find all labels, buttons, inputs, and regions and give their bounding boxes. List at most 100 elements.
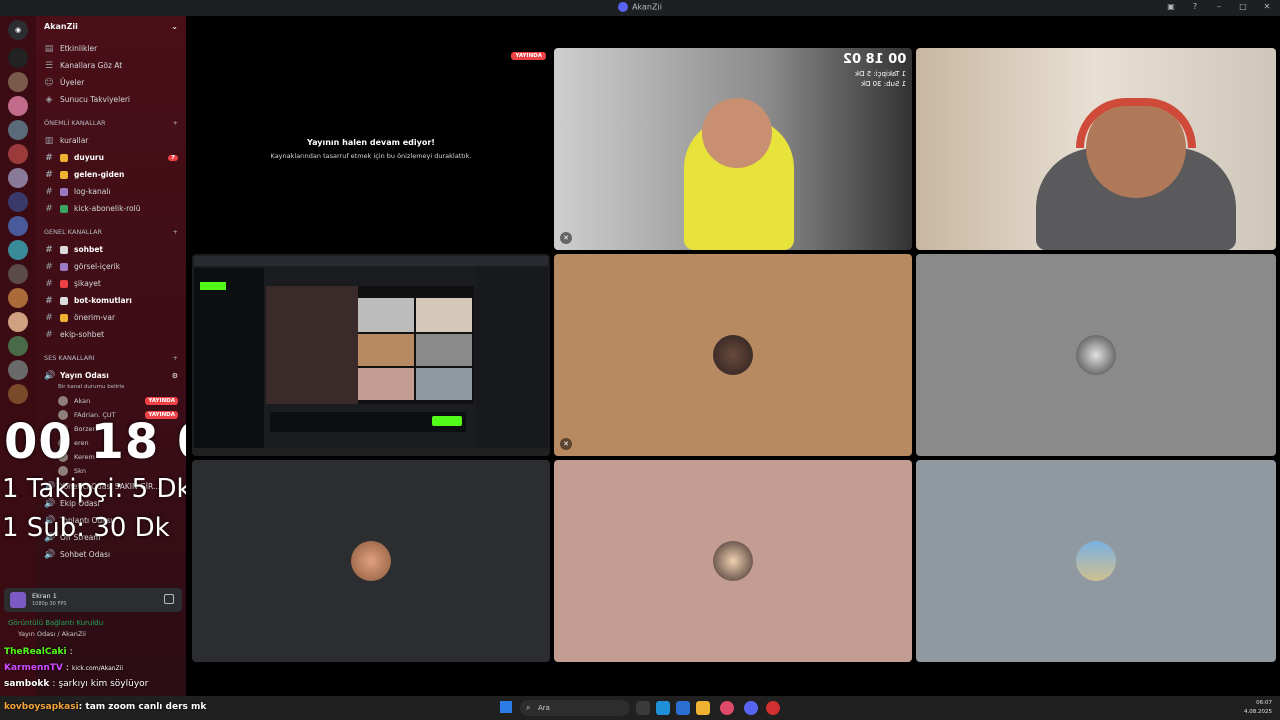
video-tile-avatar[interactable]: [192, 460, 550, 662]
server-icon[interactable]: [8, 48, 28, 68]
channel-sikayet[interactable]: # şikayet: [36, 275, 186, 292]
server-icon[interactable]: [8, 120, 28, 140]
channel-onerim-var[interactable]: # önerim-var: [36, 309, 186, 326]
sidebar-item-events[interactable]: ▤ Etkinlikler: [36, 40, 186, 57]
plus-icon[interactable]: +: [173, 228, 178, 236]
close-button[interactable]: ✕: [1260, 2, 1274, 11]
channel-log-kanali[interactable]: # log-kanalı: [36, 183, 186, 200]
video-tile-camera[interactable]: 00 18 02 1 Takipçi: 5 Dk 1 Sub: 30 Dk ✕: [554, 48, 912, 250]
check-icon: [60, 204, 68, 213]
hash-icon: #: [45, 278, 53, 289]
app-icon[interactable]: [766, 701, 780, 715]
channel-ekip-sohbet[interactable]: # ekip-sohbet: [36, 326, 186, 343]
opera-icon[interactable]: [720, 701, 734, 715]
server-icon[interactable]: [8, 312, 28, 332]
calendar-icon: ▤: [44, 43, 54, 54]
channel-kurallar[interactable]: ▥ kurallar: [36, 132, 186, 149]
video-tile-avatar[interactable]: [554, 460, 912, 662]
avatar: [58, 396, 68, 406]
mic-muted-icon: ✕: [560, 438, 572, 450]
screen-share-icon: [10, 592, 26, 608]
voice-channel-yayin-odasi[interactable]: 🔊 Yayın Odası ⚙: [36, 367, 186, 384]
server-icon[interactable]: [8, 264, 28, 284]
edge-icon[interactable]: [656, 701, 670, 715]
video-tile-camera[interactable]: [916, 48, 1276, 250]
stream-tile-paused[interactable]: YAYINDA Yayının halen devam ediyor! Kayn…: [192, 48, 550, 250]
voice-user[interactable]: Akan YAYINDA: [36, 394, 186, 408]
server-icon[interactable]: [8, 240, 28, 260]
channel-duyuru[interactable]: # duyuru 7: [36, 149, 186, 166]
video-tile-avatar[interactable]: ✕: [554, 254, 912, 456]
channel-bot-komutlari[interactable]: # bot-komutları: [36, 292, 186, 309]
chat-message: KarmennTV: kick.com/AkanZii: [4, 663, 123, 673]
kick-sidebar: [194, 268, 264, 454]
discord-icon[interactable]: [744, 701, 758, 715]
category-voice[interactable]: SES KANALLARI +: [36, 349, 186, 367]
category-important[interactable]: ÖNEMLİ KANALLAR +: [36, 114, 186, 132]
taskbar-search[interactable]: ⌕ Ara: [520, 700, 630, 716]
server-icon[interactable]: [8, 168, 28, 188]
sub-goal: 1 Sub: 30 Dk: [2, 513, 170, 543]
stream-panel[interactable]: Ekran 1 1080p 30 FPS: [4, 588, 182, 612]
voice-channel[interactable]: 🔊 Sohbet Odası: [36, 546, 186, 563]
hash-icon: #: [45, 152, 53, 163]
server-header[interactable]: AkanZii ⌄: [36, 16, 186, 40]
help-icon[interactable]: ?: [1188, 2, 1202, 11]
kick-logo-icon: [200, 282, 226, 290]
explorer-icon[interactable]: [696, 701, 710, 715]
stop-stream-icon[interactable]: [164, 594, 174, 604]
hash-icon: #: [45, 186, 53, 197]
stream-title: Ekran 1: [32, 592, 57, 600]
image-icon: [60, 262, 68, 271]
system-clock[interactable]: 06:07 4.08.2025: [1244, 699, 1272, 717]
category-general[interactable]: GENEL KANALLAR +: [36, 223, 186, 241]
hash-icon: #: [45, 329, 53, 340]
store-icon[interactable]: [676, 701, 690, 715]
window-title: AkanZii: [632, 2, 662, 12]
sidebar-item-browse[interactable]: ☰ Kanallara Göz At: [36, 57, 186, 74]
task-view-icon[interactable]: [636, 701, 650, 715]
video-tile-avatar[interactable]: [916, 254, 1276, 456]
hash-icon: #: [45, 295, 53, 306]
avatar: [1076, 335, 1116, 375]
maximize-button[interactable]: □: [1236, 2, 1250, 11]
channel-kick-abonelik[interactable]: # kick-abonelik-rolü: [36, 200, 186, 217]
video-tile-avatar[interactable]: [916, 460, 1276, 662]
connection-location[interactable]: Yayın Odası / AkanZii: [18, 630, 86, 638]
plus-icon[interactable]: +: [173, 354, 178, 362]
server-icon[interactable]: [8, 216, 28, 236]
server-icon[interactable]: [8, 360, 28, 380]
plus-icon[interactable]: +: [173, 119, 178, 127]
settings-icon[interactable]: ⚙: [172, 372, 178, 380]
server-icon[interactable]: [8, 144, 28, 164]
channel-gelen-giden[interactable]: # gelen-giden: [36, 166, 186, 183]
avatar: [713, 335, 753, 375]
voice-channel-status[interactable]: Bir kanal durumu belirle: [36, 384, 186, 394]
inbox-icon[interactable]: ▣: [1164, 2, 1178, 11]
server-icon[interactable]: [8, 336, 28, 356]
hash-icon: #: [45, 261, 53, 272]
discord-home-icon[interactable]: ◉: [8, 20, 28, 40]
server-icon[interactable]: [8, 384, 28, 404]
sidebar-item-boosts[interactable]: ◈ Sunucu Takviyeleri: [36, 91, 186, 108]
server-icon[interactable]: [8, 192, 28, 212]
server-icon[interactable]: [8, 72, 28, 92]
title-bar: AkanZii ▣ ? – □ ✕: [0, 0, 1280, 16]
channel-gorsel-icerik[interactable]: # görsel-içerik: [36, 258, 186, 275]
stream-tile-screen[interactable]: YAYINDA: [192, 254, 550, 456]
chat-message: sambokk: şarkıyı kim söylüyor: [4, 679, 149, 689]
boost-icon: ◈: [45, 94, 53, 105]
sidebar-item-members[interactable]: ☺ Üyeler: [36, 74, 186, 91]
embedded-video: [266, 286, 474, 404]
channel-sohbet[interactable]: # sohbet: [36, 241, 186, 258]
mic-muted-icon: ✕: [560, 232, 572, 244]
mirrored-sub-goal: 1 Sub: 30 Dk: [860, 80, 906, 88]
server-icon[interactable]: [8, 288, 28, 308]
server-icon[interactable]: [8, 96, 28, 116]
minimize-button[interactable]: –: [1212, 2, 1226, 11]
follower-goal: 1 Takipçi: 5 Dk: [2, 474, 192, 504]
person-head: [702, 98, 772, 168]
discord-logo-icon: [618, 2, 629, 12]
start-icon[interactable]: [500, 701, 512, 713]
windows-taskbar: kovboysapkasi: tam zoom canlı ders mk ⌕ A…: [0, 696, 1280, 720]
